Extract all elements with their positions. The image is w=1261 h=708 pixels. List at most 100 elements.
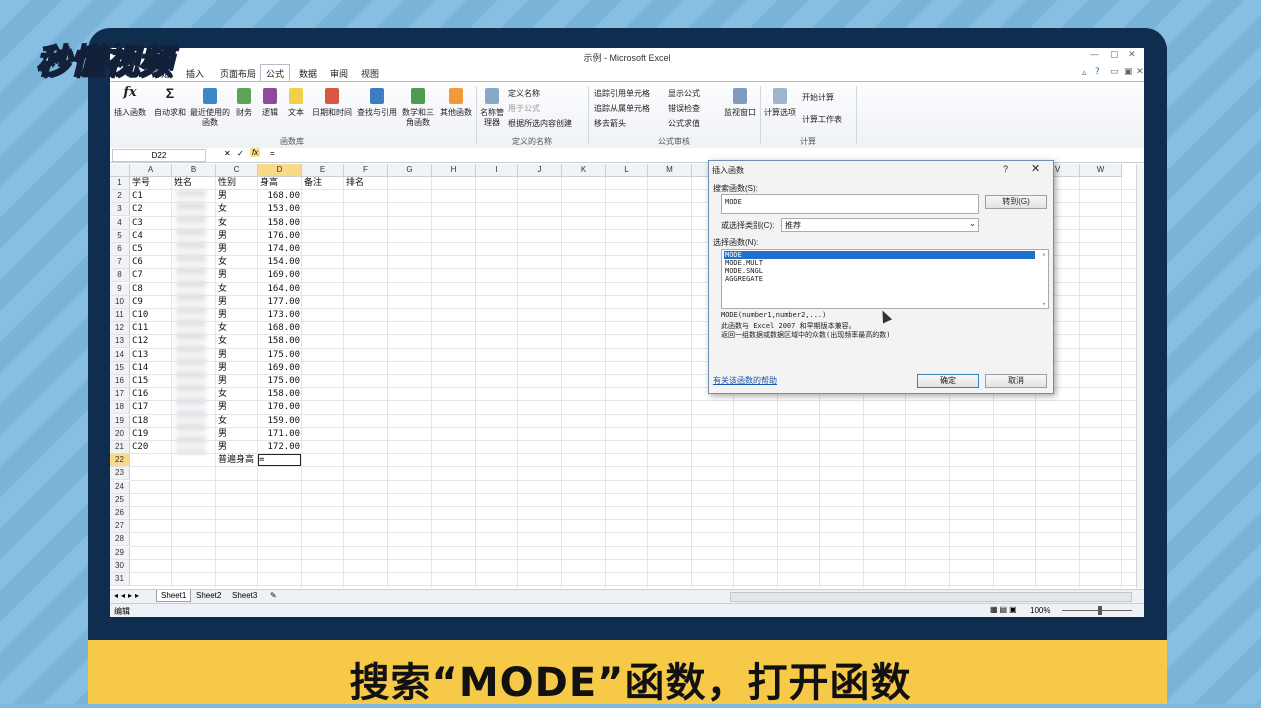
math-trig-button[interactable]: 数学和三角函数: [400, 88, 436, 128]
watch-window-button[interactable]: 监视窗口: [722, 88, 758, 118]
table-cell[interactable]: 男: [218, 230, 227, 242]
table-cell[interactable]: 172.00: [260, 441, 300, 453]
row-header[interactable]: 28: [110, 533, 130, 547]
zoom-level[interactable]: 100%: [1030, 606, 1050, 615]
table-cell[interactable]: C2: [132, 203, 143, 215]
column-header-d[interactable]: D: [258, 164, 302, 177]
row-header[interactable]: 20: [110, 427, 130, 441]
table-cell[interactable]: C20: [132, 441, 148, 453]
logical-button[interactable]: 逻辑: [258, 88, 282, 118]
function-list[interactable]: MODE MODE.MULT MODE.SNGL AGGREGATE ▴ ▾: [721, 249, 1049, 309]
table-cell[interactable]: 171.00: [260, 428, 300, 440]
row-header[interactable]: 29: [110, 546, 130, 560]
table-cell[interactable]: C5: [132, 243, 143, 255]
table-cell[interactable]: 女: [218, 335, 227, 347]
table-cell[interactable]: 女: [218, 388, 227, 400]
table-cell[interactable]: C4: [132, 230, 143, 242]
new-sheet-icon[interactable]: ✎: [270, 591, 277, 600]
table-cell[interactable]: 男: [218, 375, 227, 387]
table-cell[interactable]: C18: [132, 415, 148, 427]
autosum-button[interactable]: Σ 自动求和: [152, 86, 188, 118]
ok-button[interactable]: 确定: [917, 374, 979, 388]
row-header[interactable]: 2: [110, 190, 130, 204]
row-header[interactable]: 5: [110, 229, 130, 243]
recently-used-button[interactable]: 最近使用的函数: [190, 88, 230, 128]
name-box[interactable]: D22: [112, 149, 206, 162]
table-cell[interactable]: 女: [218, 322, 227, 334]
table-cell[interactable]: 174.00: [260, 243, 300, 255]
row-header[interactable]: 16: [110, 375, 130, 388]
column-header-c[interactable]: C: [216, 164, 258, 177]
function-help-link[interactable]: 有关该函数的帮助: [713, 375, 777, 386]
table-cell[interactable]: 男: [218, 309, 227, 321]
table-cell[interactable]: 170.00: [260, 401, 300, 413]
scroll-up-icon[interactable]: ▴: [1042, 250, 1046, 258]
column-header-h[interactable]: H: [432, 164, 476, 177]
row-header[interactable]: 4: [110, 216, 130, 230]
insert-function-fx-icon[interactable]: fx: [250, 148, 261, 157]
row-header[interactable]: 9: [110, 282, 130, 296]
table-cell[interactable]: C8: [132, 283, 143, 295]
evaluate-formula-button[interactable]: 公式求值: [668, 118, 700, 129]
active-cell[interactable]: =: [258, 454, 301, 467]
calculate-sheet-button[interactable]: 计算工作表: [802, 114, 842, 125]
table-cell[interactable]: C19: [132, 428, 148, 440]
row-header[interactable]: 15: [110, 361, 130, 375]
table-cell[interactable]: 女: [218, 256, 227, 268]
table-cell[interactable]: C14: [132, 362, 148, 374]
row-header[interactable]: 6: [110, 243, 130, 256]
row-header[interactable]: 14: [110, 348, 130, 362]
error-checking-button[interactable]: 错误检查: [668, 103, 700, 114]
header-cell[interactable]: 姓名: [174, 177, 192, 189]
column-header-l[interactable]: L: [606, 164, 648, 177]
table-cell[interactable]: 男: [218, 243, 227, 255]
table-cell[interactable]: 男: [218, 401, 227, 413]
column-header-f[interactable]: F: [344, 164, 388, 177]
list-item[interactable]: MODE: [724, 251, 1035, 259]
table-cell[interactable]: 154.00: [260, 256, 300, 268]
table-cell[interactable]: 男: [218, 190, 227, 202]
dialog-help-icon[interactable]: ?: [1003, 164, 1008, 174]
column-header-m[interactable]: M: [648, 164, 692, 177]
table-cell[interactable]: 169.00: [260, 362, 300, 374]
dialog-close-icon[interactable]: ✕: [1031, 162, 1040, 175]
row-header[interactable]: 19: [110, 414, 130, 428]
table-cell[interactable]: 176.00: [260, 230, 300, 242]
sheet-tab-1[interactable]: Sheet1: [156, 590, 192, 602]
doc-close-icon[interactable]: ✕: [1136, 67, 1144, 77]
date-time-button[interactable]: 日期和时间: [310, 88, 354, 118]
column-header-k[interactable]: K: [562, 164, 606, 177]
column-header-j[interactable]: J: [518, 164, 562, 177]
restore-icon[interactable]: ▢: [1110, 50, 1119, 60]
financial-button[interactable]: 财务: [232, 88, 256, 118]
table-cell[interactable]: 男: [218, 269, 227, 281]
table-cell[interactable]: C7: [132, 269, 143, 281]
header-cell[interactable]: 性别: [218, 177, 236, 189]
row-header[interactable]: 21: [110, 441, 130, 454]
table-cell[interactable]: 女: [218, 283, 227, 295]
row-header[interactable]: 31: [110, 573, 130, 586]
vertical-scrollbar[interactable]: [1136, 164, 1144, 588]
table-cell[interactable]: 175.00: [260, 375, 300, 387]
trace-dependents-button[interactable]: 追踪从属单元格: [594, 103, 650, 114]
close-icon[interactable]: ✕: [1128, 50, 1136, 60]
cancel-entry-icon[interactable]: ✕: [224, 149, 231, 158]
table-cell[interactable]: 女: [218, 217, 227, 229]
table-cell[interactable]: 153.00: [260, 203, 300, 215]
header-cell[interactable]: 身高: [260, 177, 278, 189]
ribbon-collapse-icon[interactable]: ▵: [1082, 68, 1087, 78]
insert-function-button[interactable]: fx 插入函数: [112, 86, 148, 118]
search-input[interactable]: MODE: [721, 194, 979, 214]
tab-formulas[interactable]: 公式: [260, 64, 291, 82]
table-cell[interactable]: C9: [132, 296, 143, 308]
table-cell[interactable]: 女: [218, 203, 227, 215]
tab-page-layout[interactable]: 页面布局: [220, 67, 256, 80]
table-cell[interactable]: 159.00: [260, 415, 300, 427]
row-header[interactable]: 3: [110, 203, 130, 217]
zoom-slider[interactable]: [1062, 610, 1132, 611]
formula-input[interactable]: =: [270, 149, 275, 158]
table-cell[interactable]: 175.00: [260, 349, 300, 361]
row-header[interactable]: 13: [110, 335, 130, 349]
table-cell[interactable]: 168.00: [260, 190, 300, 202]
table-cell[interactable]: 普遍身高: [218, 454, 254, 466]
